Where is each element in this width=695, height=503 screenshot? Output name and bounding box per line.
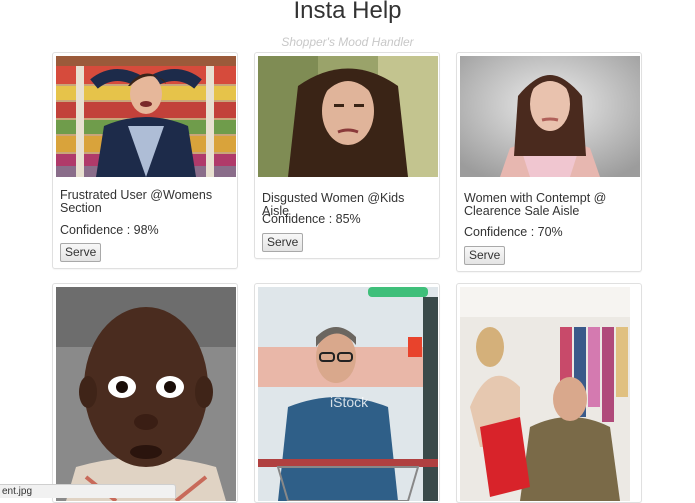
- emotion-card: Disgusted Women @Kids Aisle Confidence :…: [254, 52, 440, 259]
- emotion-card: Frustrated User @Womens Section Confiden…: [52, 52, 238, 269]
- shopper-photo: [258, 56, 438, 177]
- serve-button[interactable]: Serve: [60, 243, 102, 262]
- shopper-photo: [56, 287, 236, 501]
- page-title: Insta Help: [293, 0, 402, 24]
- shopper-photo: [56, 56, 236, 177]
- card-caption: Frustrated User @Womens Section: [60, 188, 213, 215]
- emotion-card: [52, 283, 238, 503]
- serve-button[interactable]: Serve: [464, 246, 506, 265]
- card-caption: Women with Contempt @ Clearence Sale Ais…: [464, 191, 607, 218]
- confidence-label: Confidence : 85%: [262, 212, 361, 226]
- serve-button[interactable]: Serve: [262, 233, 304, 252]
- confidence-label: Confidence : 70%: [464, 225, 563, 239]
- shopper-photo: [460, 287, 640, 501]
- istock-watermark: iStock: [330, 394, 369, 410]
- emotion-card: iStock: [254, 283, 440, 503]
- status-bar: ent.jpg: [0, 484, 176, 498]
- confidence-label: Confidence : 98%: [60, 223, 159, 237]
- shopper-photo: [460, 56, 640, 177]
- shopper-photo: iStock: [258, 287, 438, 501]
- emotion-card: [456, 283, 642, 503]
- emotion-card: Women with Contempt @ Clearence Sale Ais…: [456, 52, 642, 272]
- page-subtitle: Shopper's Mood Handler: [281, 35, 414, 49]
